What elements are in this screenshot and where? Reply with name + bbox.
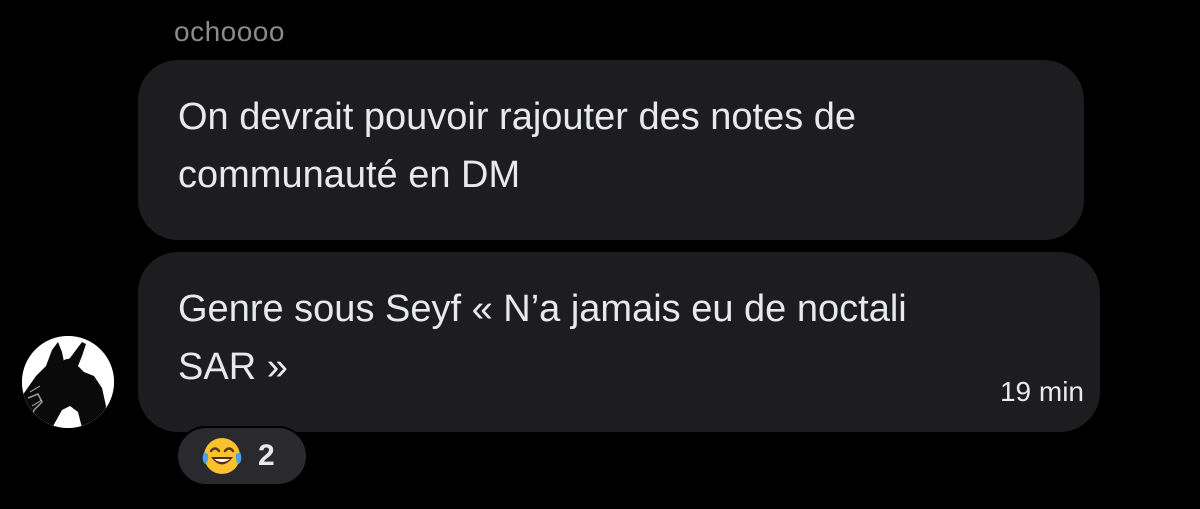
sender-name: ochoooo: [174, 16, 285, 47]
face-with-tears-of-joy-icon: [202, 438, 242, 474]
message-text-line: communauté en DM: [178, 154, 521, 196]
message-bubble[interactable]: On devrait pouvoir rajouter des notes de…: [138, 60, 1084, 240]
message-text-line: Genre sous Seyf « N’a jamais eu de nocta…: [178, 288, 907, 330]
reaction-pill[interactable]: 2: [176, 426, 308, 486]
reaction-count: 2: [258, 439, 275, 472]
message-bubble[interactable]: Genre sous Seyf « N’a jamais eu de nocta…: [138, 252, 1100, 432]
avatar-image: [22, 336, 114, 428]
message-text: Genre sous Seyf « N’a jamais eu de nocta…: [178, 280, 1058, 396]
message-text: On devrait pouvoir rajouter des notes de…: [178, 88, 1058, 204]
avatar[interactable]: [22, 336, 114, 428]
message-text-line: SAR »: [178, 346, 288, 388]
message-text-line: On devrait pouvoir rajouter des notes de: [178, 96, 857, 138]
message-timestamp: 19 min: [999, 376, 1084, 407]
